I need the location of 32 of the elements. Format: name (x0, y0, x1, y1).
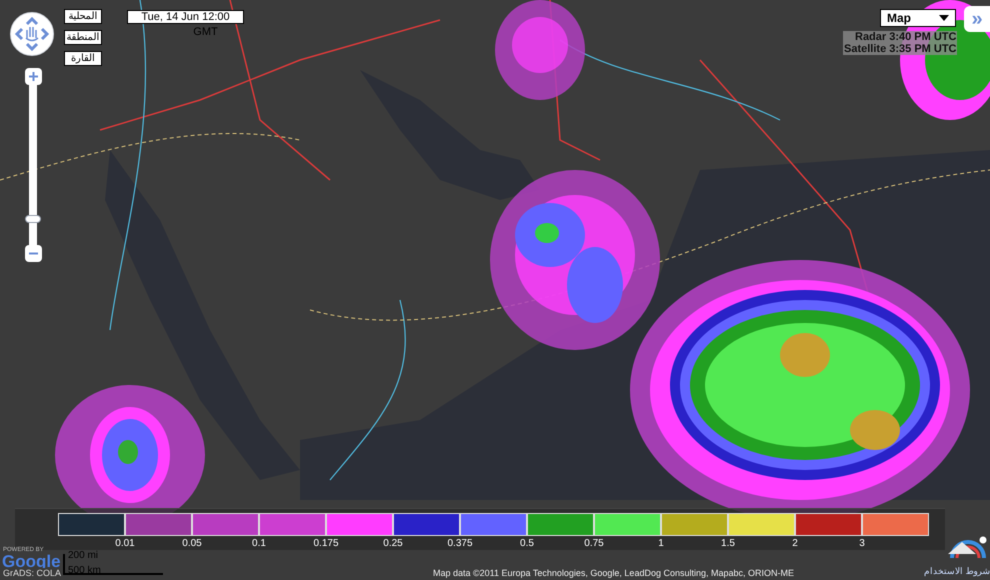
legend-label: 0.5 (519, 538, 535, 549)
google-logo: Google (2, 553, 61, 571)
region-button[interactable]: القارة (64, 51, 102, 66)
zoom-out-button[interactable] (24, 245, 42, 262)
legend-label: 0.05 (181, 538, 203, 549)
scale-miles-label: 200 mi (68, 551, 98, 561)
scale-km-label: 500 km (68, 566, 101, 576)
legend-label: 0.75 (583, 538, 605, 549)
legend-label: 1.5 (720, 538, 736, 549)
zoom-slider-handle[interactable] (25, 215, 41, 223)
map-type-dropdown[interactable]: Map (880, 9, 956, 27)
legend-label: 0.1 (251, 538, 267, 549)
legend-label: 0.375 (446, 538, 474, 549)
legend-label: 2 (791, 538, 799, 549)
pan-arrows-icon (14, 16, 50, 52)
zoom-in-button[interactable] (24, 68, 42, 85)
time-zone-label: GMT (193, 26, 218, 38)
legend-label: 0.01 (114, 538, 136, 549)
grads-credit: GrADS: COLA (3, 568, 62, 578)
map-attribution: Map data ©2011 Europa Technologies, Google, LeadDog Consulting, Mapabc, ORION-ME (433, 568, 794, 578)
legend-label: 3 (858, 538, 866, 549)
feed-timestamp: Radar 3:40 PM UTC (843, 31, 958, 43)
mountain-rainbow-logo (946, 536, 988, 558)
feed-timestamp: Satellite 3:35 PM UTC (843, 43, 958, 55)
legend-label: 0.25 (382, 538, 404, 549)
region-button[interactable]: المحلية (64, 9, 102, 24)
legend-label: 0.175 (312, 538, 340, 549)
plus-icon (28, 72, 38, 81)
terms-link[interactable]: شروط الاستخدام (924, 566, 990, 577)
legend-label: 1 (657, 538, 665, 549)
date-time-display: Tue, 14 Jun 12:00 (127, 10, 244, 24)
region-button[interactable]: المنطقة (64, 30, 102, 45)
